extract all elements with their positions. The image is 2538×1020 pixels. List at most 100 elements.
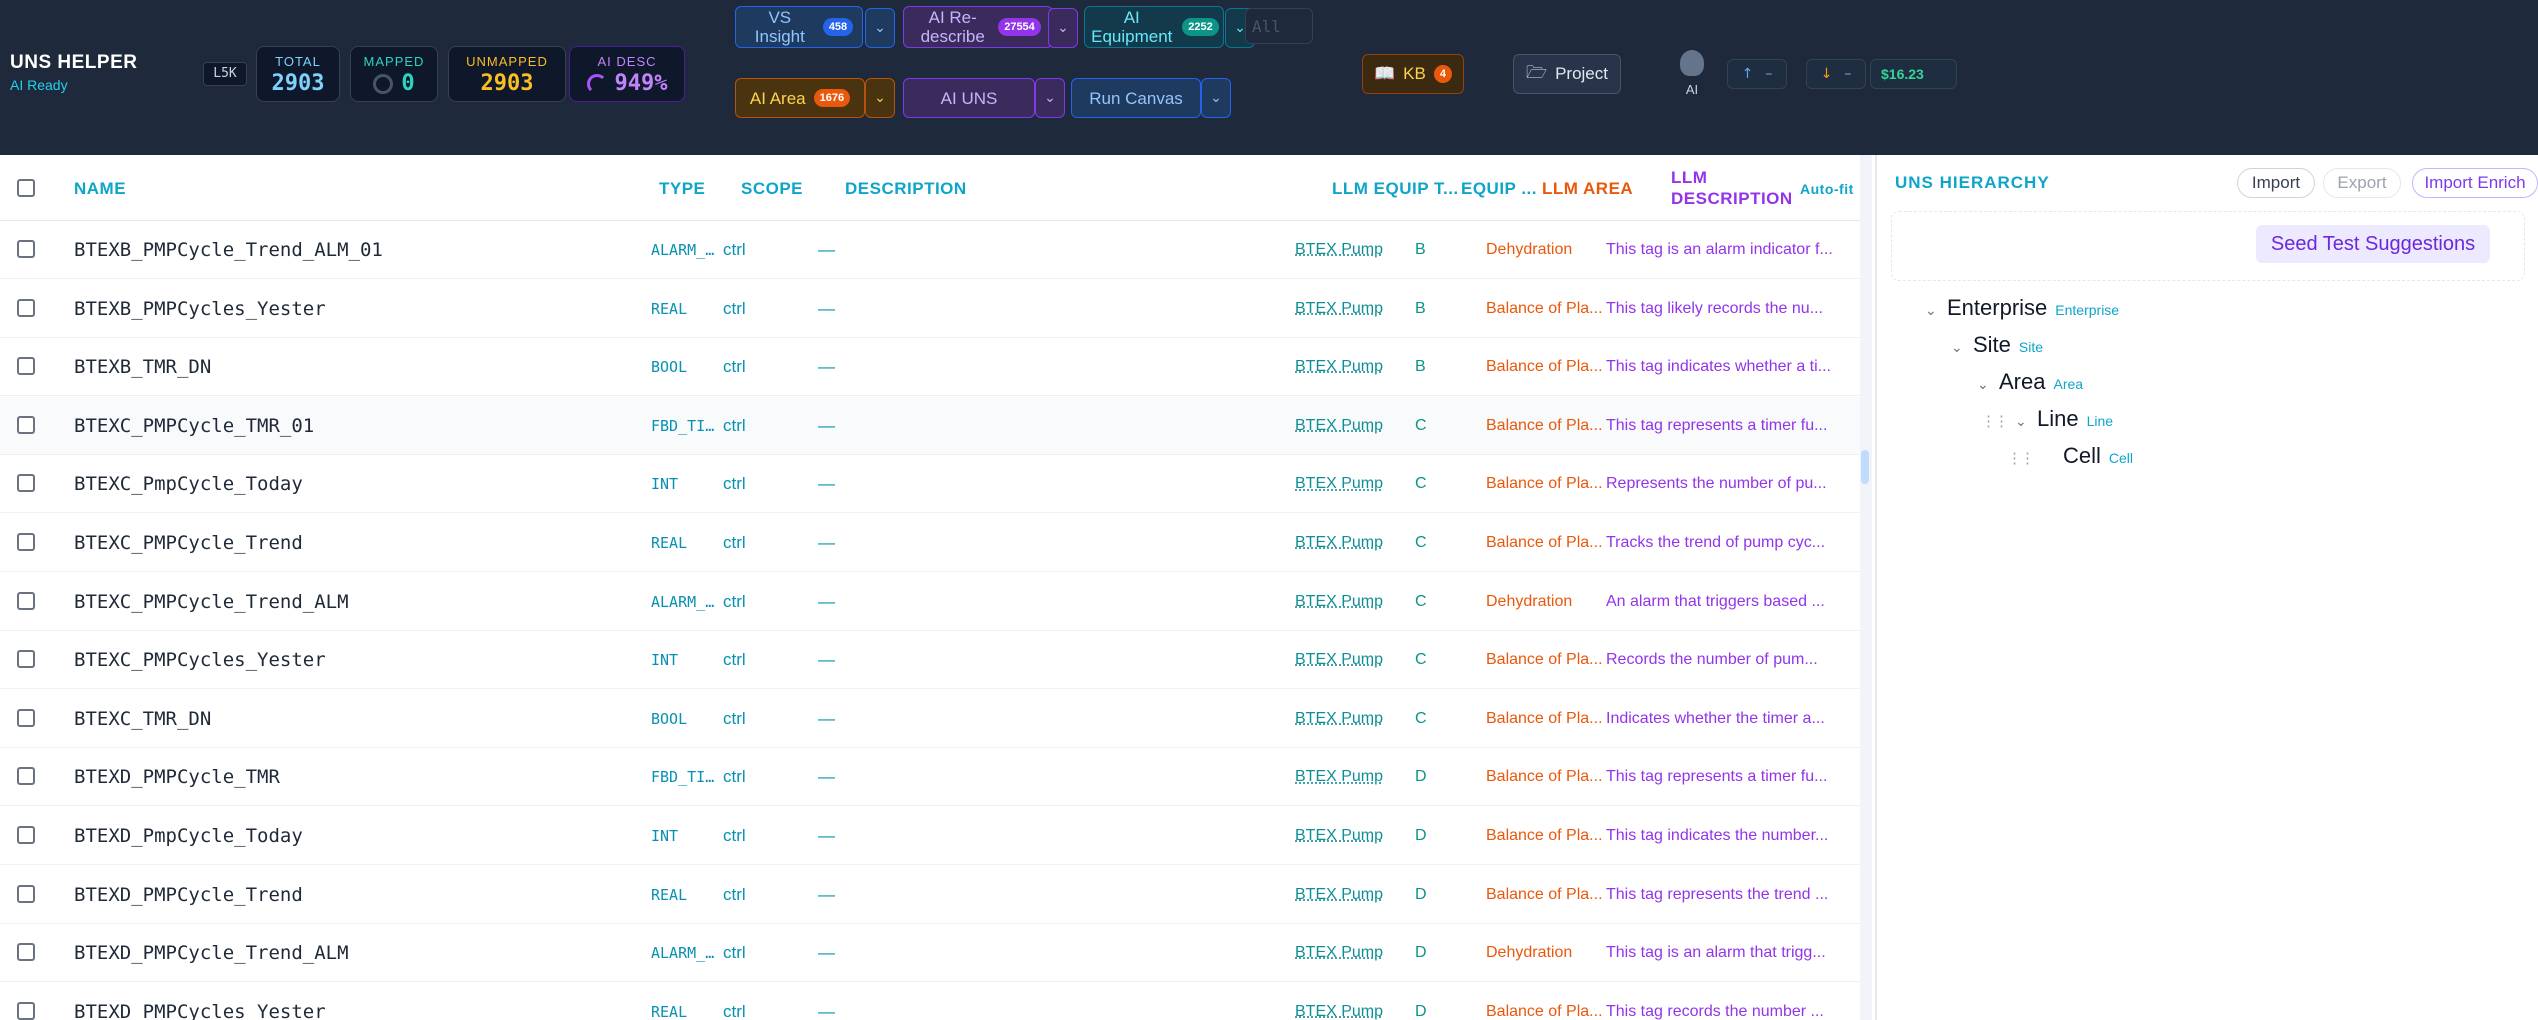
llm-equip-type[interactable]: BTEX Pump [1295, 455, 1425, 513]
import-enrich-button[interactable]: Import Enrich [2412, 168, 2538, 198]
tree-node-area[interactable]: ⌄ Area Area [1977, 369, 2083, 395]
llm-equip-type[interactable]: BTEX Pump [1295, 573, 1425, 631]
scroll-down-control[interactable]: ↓ – [1806, 59, 1866, 89]
select-all-checkbox[interactable] [17, 179, 35, 197]
tag-scope: ctrl [723, 650, 746, 670]
ai-redescribe-button[interactable]: AI Re-describe 27554 [903, 6, 1053, 48]
autofit-button[interactable]: Auto-fit [1800, 181, 1854, 197]
table-row[interactable]: BTEXC_PMPCycle_TMR_01 FBD_TI...ctrl — BTEX … [0, 396, 1860, 455]
import-button[interactable]: Import [2237, 168, 2315, 198]
vs-insight-button[interactable]: VS Insight 458 [735, 6, 863, 48]
tag-description: — [818, 826, 835, 845]
ai-redescribe-dropdown[interactable]: ⌄ [1048, 8, 1078, 48]
row-checkbox[interactable] [17, 884, 35, 903]
row-checkbox[interactable] [17, 533, 35, 551]
seed-test-suggestions-button[interactable]: Seed Test Suggestions [2256, 225, 2490, 263]
table-row[interactable]: BTEXC_PMPCycle_Trend REAL ctrl — BTEX Pump C B… [0, 514, 1860, 572]
tag-type: BOOL [651, 358, 688, 377]
table-row[interactable]: BTEXD_PMPCycle_TMR FBD_TI...ctrl — BTEX Pum… [0, 748, 1860, 807]
column-llm-description[interactable]: LLM DESCRIPTION [1671, 167, 1792, 209]
tag-description: — [818, 943, 835, 963]
ai-area-dropdown[interactable]: ⌄ [865, 78, 895, 118]
row-checkbox[interactable] [17, 943, 35, 962]
ai-equipment-button[interactable]: AI Equipment 2252 [1084, 6, 1224, 48]
column-llm-area[interactable]: LLM AREA [1542, 179, 1633, 199]
tree-node-site[interactable]: ⌄ Site Site [1951, 332, 2043, 358]
table-row[interactable]: BTEXB_TMR_DN BOOL ctrl — BTEX Pump B Balance o… [0, 338, 1860, 397]
table-row[interactable]: BTEXC_TMR_DN BOOL ctrl — BTEX Pump C Balance o… [0, 690, 1860, 748]
llm-equip-type[interactable]: BTEX Pump [1295, 280, 1425, 338]
tag-name: BTEXC_TMR_DN [74, 707, 212, 730]
scroll-up-control[interactable]: ↑ – [1727, 59, 1787, 89]
drag-handle-icon[interactable]: ⋮⋮ [2007, 449, 2035, 467]
stat-value: 2903 [480, 71, 534, 96]
table-row[interactable]: BTEXB_PMPCycle_Trend_ALM_01 ALARM_...ctrl… [0, 221, 1860, 279]
row-checkbox[interactable] [17, 1001, 35, 1020]
column-name[interactable]: NAME [74, 179, 126, 199]
table-row[interactable]: BTEXB_PMPCycles_Yester REAL ctrl — BTEX Pump… [0, 280, 1860, 338]
table-row[interactable]: BTEXC_PMPCycles_Yester INT ctrl — BTEX Pump C… [0, 631, 1860, 690]
row-checkbox[interactable] [17, 298, 35, 317]
table-row[interactable]: BTEXD_PMPCycle_Trend REAL ctrl — BTEX Pump D B… [0, 866, 1860, 924]
tag-scope: ctrl [723, 708, 746, 728]
column-scope[interactable]: SCOPE [741, 179, 803, 199]
row-checkbox[interactable] [17, 474, 35, 493]
tag-scope: ctrl [723, 943, 746, 963]
row-checkbox[interactable] [17, 650, 35, 669]
run-canvas-dropdown[interactable]: ⌄ [1201, 78, 1231, 118]
export-button[interactable]: Export [2323, 168, 2401, 198]
llm-description: This tag is an alarm indicator f... [1606, 241, 1833, 258]
llm-equip-type[interactable]: BTEX Pump [1295, 221, 1425, 279]
vs-insight-dropdown[interactable]: ⌄ [865, 8, 895, 48]
table-row[interactable]: BTEXD_PMPCycle_Trend_ALM ALARM_...ctrl — BT… [0, 924, 1860, 983]
llm-equip-type[interactable]: BTEX Pump [1295, 514, 1425, 572]
row-checkbox[interactable] [17, 240, 35, 258]
chevron-down-icon[interactable]: ⌄ [2015, 413, 2029, 430]
ai-area-button[interactable]: AI Area 1676 [735, 78, 865, 118]
column-equip[interactable]: EQUIP ... [1461, 179, 1537, 199]
llm-equip-type[interactable]: BTEX Pump [1295, 866, 1425, 924]
table-row[interactable]: BTEXC_PmpCycle_Today INT ctrl — BTEX Pump C Ba… [0, 455, 1860, 514]
chevron-down-icon[interactable]: ⌄ [1951, 339, 1965, 356]
tag-type: FBD_TI... [651, 416, 719, 435]
row-checkbox[interactable] [17, 708, 35, 727]
tree-node-cell[interactable]: ⋮⋮ Cell Cell [2007, 443, 2133, 469]
chevron-down-icon: ⌄ [1057, 20, 1069, 36]
run-canvas-button[interactable]: Run Canvas [1071, 78, 1201, 118]
filter-select[interactable]: All [1245, 8, 1313, 44]
row-checkbox[interactable] [17, 591, 35, 610]
project-button[interactable]: 🗁 Project [1513, 54, 1621, 94]
llm-equip-type[interactable]: BTEX Pump [1295, 983, 1425, 1020]
llm-equip-type[interactable]: BTEX Pump [1295, 748, 1425, 806]
llm-equip-type[interactable]: BTEX Pump [1295, 631, 1425, 689]
llm-equip-type[interactable]: BTEX Pump [1295, 397, 1425, 455]
llm-equip-type[interactable]: BTEX Pump [1295, 924, 1425, 982]
row-checkbox[interactable] [17, 767, 35, 786]
table-row[interactable]: BTEXD_PMPCycles_Yester REAL ctrl — BTEX Pump… [0, 983, 1860, 1020]
column-description[interactable]: DESCRIPTION [845, 179, 967, 199]
ai-uns-dropdown[interactable]: ⌄ [1035, 78, 1065, 118]
chevron-down-icon: ⌄ [1044, 90, 1056, 106]
row-checkbox[interactable] [17, 357, 35, 376]
row-checkbox[interactable] [17, 415, 35, 434]
column-type[interactable]: TYPE [659, 179, 705, 199]
tree-node-line[interactable]: ⋮⋮ ⌄ Line Line [1981, 406, 2113, 432]
column-llm-equip-type[interactable]: LLM EQUIP T... [1332, 179, 1459, 199]
row-checkbox[interactable] [17, 826, 35, 844]
chevron-down-icon[interactable]: ⌄ [1977, 376, 1991, 393]
chevron-down-icon[interactable]: ⌄ [1925, 302, 1939, 319]
ai-indicator[interactable]: AI [1678, 50, 1706, 97]
table-row[interactable]: BTEXD_PmpCycle_Today INT ctrl — BTEX Pump D Ba… [0, 807, 1860, 865]
table-row[interactable]: BTEXC_PMPCycle_Trend_ALM ALARM_...ctrl — BT… [0, 573, 1860, 631]
llm-equip-type[interactable]: BTEX Pump [1295, 690, 1425, 748]
table-scrollbar[interactable] [1860, 155, 1872, 1020]
kb-button[interactable]: 📖 KB 4 [1362, 54, 1464, 94]
tag-name: BTEXD_PmpCycle_Today [74, 825, 303, 847]
llm-equip-type[interactable]: BTEX Pump [1295, 338, 1425, 396]
table-header: NAME TYPE SCOPE DESCRIPTION LLM EQUIP T.… [0, 155, 1860, 221]
llm-equip-type[interactable]: BTEX Pump [1295, 807, 1425, 865]
scrollbar-thumb[interactable] [1861, 450, 1869, 484]
drag-handle-icon[interactable]: ⋮⋮ [1981, 412, 2009, 430]
tree-node-enterprise[interactable]: ⌄ Enterprise Enterprise [1925, 295, 2119, 321]
ai-uns-button[interactable]: AI UNS [903, 78, 1035, 118]
